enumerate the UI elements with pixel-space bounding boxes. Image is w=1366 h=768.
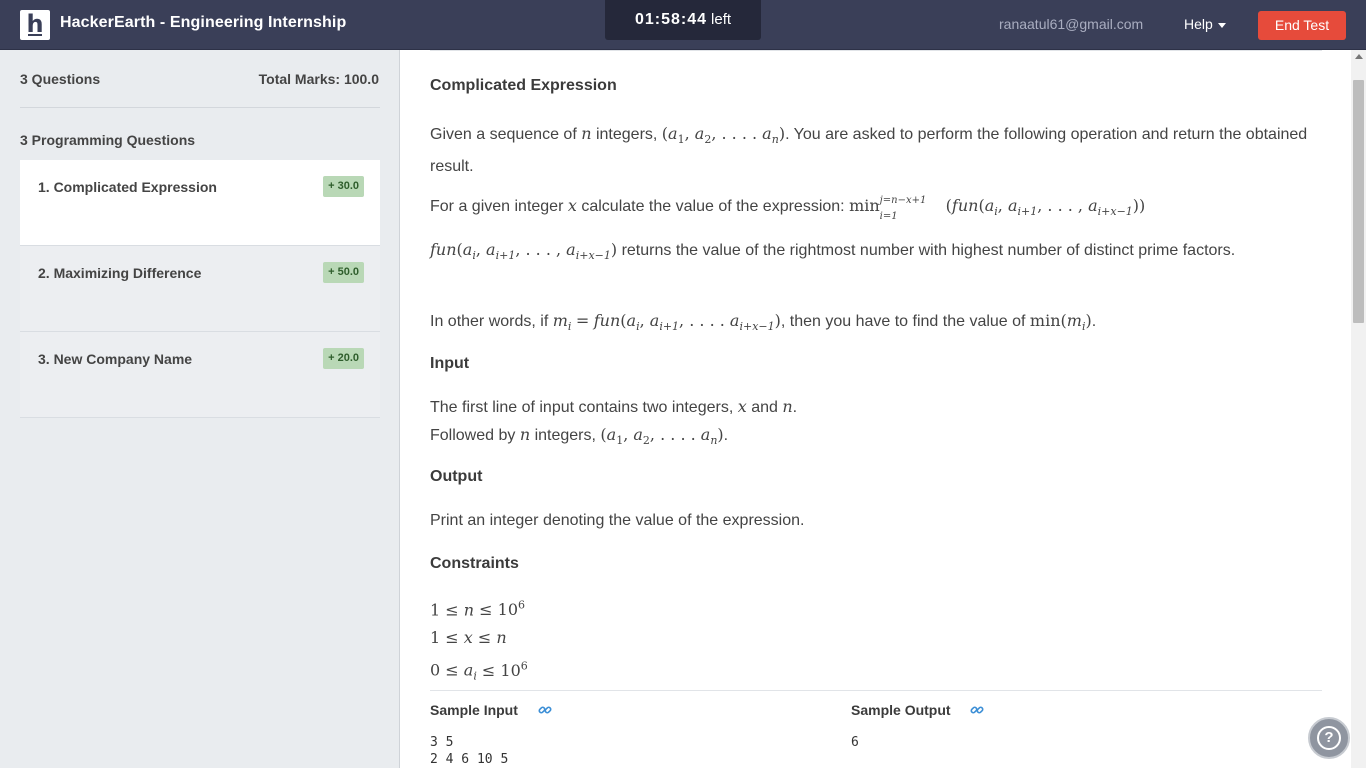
marks-badge: + 20.0 [323, 348, 364, 369]
question-label: 3. New Company Name [38, 351, 193, 367]
sample-input-code: 3 5 2 4 6 10 5 [430, 734, 508, 768]
sample-input-line: 3 5 [430, 735, 454, 750]
help-button[interactable]: ? [1308, 717, 1350, 759]
problem-panel: Complicated Expression Given a sequence … [400, 50, 1351, 768]
section-title: 3 Programming Questions [20, 132, 196, 148]
user-email[interactable]: ranaatul61@gmail.com [999, 16, 1143, 32]
total-marks: Total Marks: 100.0 [258, 71, 379, 87]
question-label: 2. Maximizing Difference [38, 265, 202, 281]
link-icon[interactable] [970, 703, 984, 720]
timer-value: 01:58:44 [634, 11, 708, 28]
sample-output-heading: Sample Output [851, 702, 984, 720]
question-count: 3 Questions [20, 71, 101, 87]
sample-output-code: 6 [851, 735, 859, 750]
question-item-complicated-expression[interactable]: 1. Complicated Expression + 30.0 [20, 160, 380, 246]
end-test-button[interactable]: End Test [1258, 11, 1346, 40]
problem-title: Complicated Expression [430, 77, 617, 94]
problem-statement-para-1: Given a sequence of n integers, (a1, a2,… [430, 124, 1308, 176]
output-heading: Output [430, 468, 483, 485]
question-mark-icon: ? [1317, 726, 1341, 750]
app-title: HackerEarth - Engineering Internship [60, 14, 347, 31]
input-description: The first line of input contains two int… [430, 397, 798, 448]
problem-statement-para-4: In other words, if mi = fun(ai, ai+1, . … [430, 311, 1097, 334]
sidebar-divider [20, 107, 380, 108]
problem-statement-para-2: For a given integer x calculate the valu… [430, 195, 1146, 222]
question-item-maximizing-difference[interactable]: 2. Maximizing Difference + 50.0 [20, 246, 380, 332]
hackerearth-logo-icon[interactable]: h [20, 10, 50, 40]
marks-badge: + 30.0 [323, 176, 364, 197]
sample-divider [430, 690, 1322, 691]
sample-input-heading: Sample Input [430, 702, 552, 720]
constraints-list: 1 ≤ n ≤ 106 1 ≤ x ≤ n0 ≤ ai ≤ 106 [430, 599, 528, 683]
question-item-new-company-name[interactable]: 3. New Company Name + 20.0 [20, 332, 380, 418]
constraints-heading: Constraints [430, 555, 519, 572]
help-dropdown[interactable]: Help [1184, 16, 1226, 32]
input-heading: Input [430, 355, 470, 372]
marks-badge: + 50.0 [323, 262, 364, 283]
timer-suffix: left [711, 11, 732, 28]
scroll-up-arrow-icon[interactable] [1355, 54, 1363, 59]
question-sidebar: 3 Questions Total Marks: 100.0 3 Program… [0, 50, 400, 768]
top-divider [430, 50, 1322, 51]
question-label: 1. Complicated Expression [38, 179, 217, 195]
link-icon[interactable] [538, 703, 552, 720]
main-scrollbar[interactable] [1351, 50, 1366, 768]
problem-statement-para-3: fun(ai, ai+1, . . . , ai+x−1) returns th… [430, 240, 1236, 263]
sample-input-line: 2 4 6 10 5 [430, 752, 509, 767]
question-list: 1. Complicated Expression + 30.0 2. Maxi… [20, 160, 380, 418]
output-description: Print an integer denoting the value of t… [430, 512, 805, 529]
chevron-down-icon [1217, 22, 1226, 28]
countdown-timer: 01:58:44 left [605, 0, 761, 40]
scrollbar-thumb[interactable] [1353, 80, 1364, 323]
top-navbar: h HackerEarth - Engineering Internship 0… [0, 0, 1366, 50]
